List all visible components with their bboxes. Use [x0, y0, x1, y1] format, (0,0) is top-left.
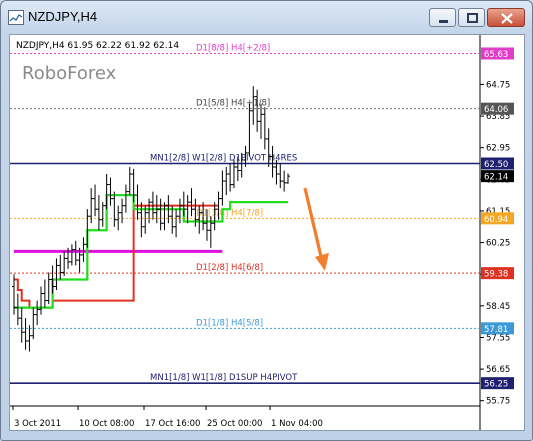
- price-chart[interactable]: NZDJPY,H4 61.95 62.22 61.92 62.14 RoboFo…: [10, 35, 524, 430]
- level-label: D1[2/8] H4[6/8]: [196, 263, 263, 273]
- time-tick-label: 1 Nov 04:00: [271, 419, 323, 429]
- price-tag-label: 62.50: [484, 160, 508, 170]
- price-tick-label: 55.75: [486, 397, 510, 407]
- close-icon: [501, 13, 513, 24]
- close-button[interactable]: [487, 8, 525, 27]
- price-tag-label: 60.94: [484, 215, 508, 225]
- price-tick-label: 57.55: [486, 333, 510, 343]
- time-tick-label: 25 Oct 00:00: [207, 419, 262, 429]
- window-title: NZDJPY,H4: [28, 9, 98, 24]
- price-tag-label: 56.25: [484, 380, 508, 390]
- price-tick-label: 56.65: [486, 365, 510, 375]
- price-tag-label: 62.14: [484, 173, 508, 183]
- watermark: RoboForex: [22, 63, 117, 84]
- minimize-button[interactable]: [429, 8, 456, 27]
- title-bar[interactable]: NZDJPY,H4: [1, 1, 532, 31]
- chart-canvas[interactable]: NZDJPY,H4 61.95 62.22 61.92 62.14 RoboFo…: [9, 34, 525, 431]
- price-tag-label: 59.38: [484, 270, 508, 280]
- price-tag-label: 65.63: [484, 50, 508, 60]
- level-label: D1[8/8] H4[+2/8]: [196, 43, 270, 53]
- chart-header: NZDJPY,H4 61.95 62.22 61.92 62.14: [16, 41, 179, 51]
- level-label: MN1[1/8] W1[1/8] D1SUP H4PIVOT: [150, 373, 298, 383]
- time-tick-label: 3 Oct 2011: [14, 419, 61, 429]
- chart-window-icon: [8, 10, 24, 25]
- time-tick-label: 10 Oct 08:00: [79, 419, 134, 429]
- price-tick-label: 58.45: [486, 302, 510, 312]
- level-label: D1[1/8] H4[5/8]: [196, 318, 263, 328]
- price-tick-label: 62.95: [486, 144, 510, 154]
- restore-button[interactable]: [458, 8, 485, 27]
- price-tag-label: 64.06: [484, 105, 508, 115]
- restore-icon: [467, 13, 478, 23]
- level-label: D1[5/8] H4[+1/8]: [196, 99, 270, 109]
- minimize-icon: [439, 20, 448, 23]
- level-label: MN1[2/8] W1[2/8] D1PIVOT H4RES: [150, 153, 297, 163]
- chart-window: NZDJPY,H4 NZDJPY,H4 61.95 62.22 61.92 62…: [0, 0, 533, 441]
- price-tick-label: 64.75: [486, 80, 510, 90]
- price-tick-label: 60.25: [486, 239, 510, 249]
- time-tick-label: 17 Oct 16:00: [145, 419, 200, 429]
- price-tag-label: 57.81: [484, 325, 508, 335]
